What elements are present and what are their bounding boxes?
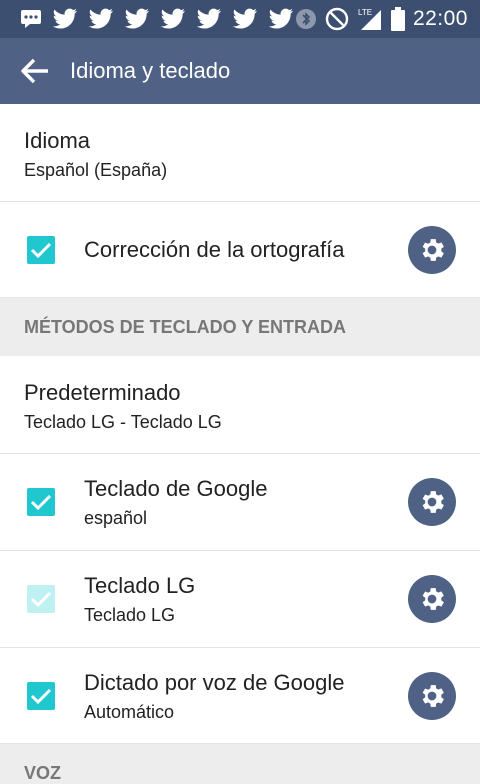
status-bar: LTE 22:00: [0, 0, 480, 38]
default-keyboard-title: Predeterminado: [24, 380, 181, 405]
default-keyboard-value: Teclado LG - Teclado LG: [24, 412, 222, 432]
twitter-icon: [52, 8, 78, 30]
default-keyboard-row[interactable]: Predeterminado Teclado LG - Teclado LG: [0, 356, 480, 454]
voice-typing-settings-button[interactable]: [408, 671, 456, 720]
checkmark-icon: [30, 494, 52, 511]
battery-icon: [390, 7, 405, 31]
twitter-icon: [268, 8, 294, 30]
google-keyboard-settings-button[interactable]: [408, 478, 456, 526]
google-keyboard-row[interactable]: Teclado de Google español: [0, 454, 480, 551]
svg-text:LTE: LTE: [358, 8, 372, 17]
language-title: Idioma: [24, 128, 91, 153]
gear-icon: [422, 491, 444, 513]
page-title: Idioma y teclado: [70, 58, 231, 83]
spell-check-row[interactable]: Corrección de la ortografía: [0, 202, 480, 298]
section-header-input-methods: MÉTODOS DE TECLADO Y ENTRADA: [0, 298, 480, 356]
voice-typing-checkbox[interactable]: [27, 681, 55, 710]
lg-keyboard-row[interactable]: Teclado LG Teclado LG: [0, 551, 480, 648]
gear-icon: [422, 588, 444, 610]
section-header-voice: VOZ: [0, 744, 480, 784]
settings-list: Idioma Español (España) Corrección de la…: [0, 104, 480, 784]
checkmark-icon: [30, 688, 52, 704]
twitter-icon: [88, 8, 114, 30]
language-setting-row[interactable]: Idioma Español (España): [0, 104, 480, 202]
status-time: 22:00: [412, 7, 468, 30]
twitter-icon: [160, 8, 186, 30]
spell-check-checkbox[interactable]: [27, 235, 55, 264]
checkmark-icon: [30, 242, 52, 258]
do-not-disturb-icon: [325, 7, 349, 31]
back-arrow-icon: [21, 58, 48, 84]
twitter-icon: [124, 8, 150, 30]
app-bar: Idioma y teclado: [0, 38, 480, 104]
twitter-icon: [232, 8, 258, 30]
language-value: Español (España): [24, 160, 168, 180]
google-keyboard-checkbox[interactable]: [27, 488, 55, 516]
twitter-icon: [196, 8, 222, 30]
voice-typing-row[interactable]: Dictado por voz de Google Automático: [0, 648, 480, 744]
lg-keyboard-checkbox: [27, 585, 55, 613]
lte-signal-icon: LTE: [357, 6, 383, 32]
lg-keyboard-settings-button[interactable]: [408, 575, 456, 623]
checkmark-icon: [30, 591, 52, 608]
message-icon: [20, 9, 42, 29]
back-button[interactable]: [0, 38, 70, 104]
spell-check-settings-button[interactable]: [408, 225, 456, 274]
gear-icon: [422, 684, 444, 707]
gear-icon: [422, 238, 444, 261]
bluetooth-icon: [295, 8, 317, 30]
